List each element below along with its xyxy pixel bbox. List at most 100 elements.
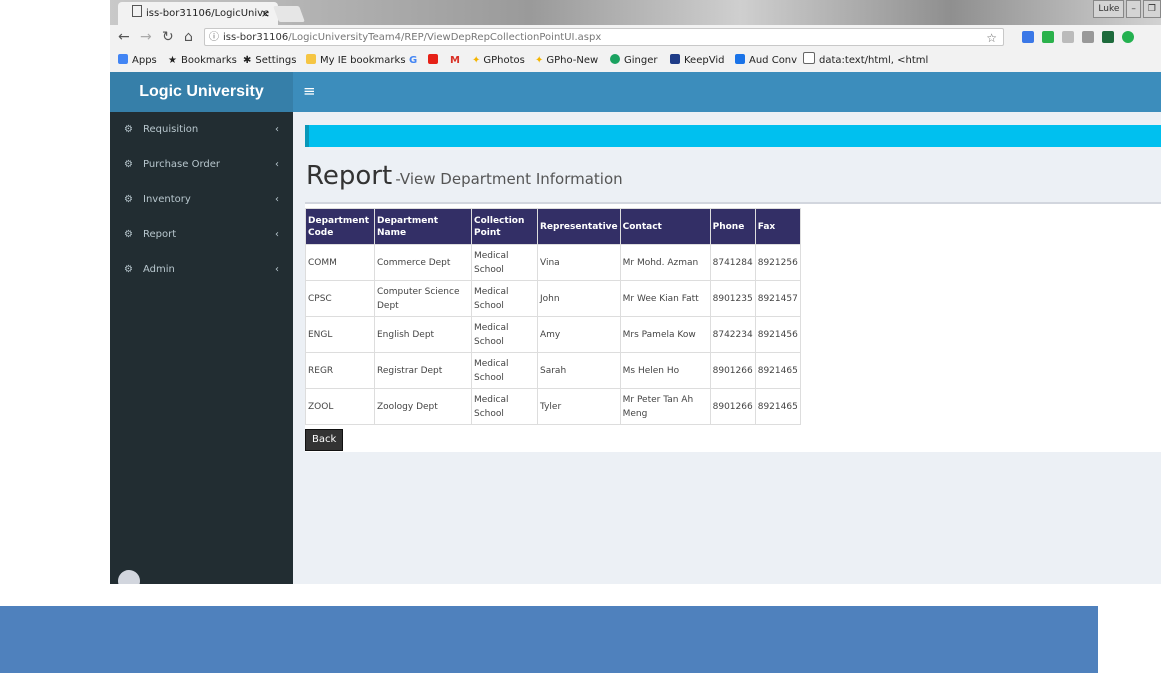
table-cell: ENGL	[305, 316, 375, 353]
bookmark-item[interactable]: KeepVid	[670, 50, 724, 72]
department-table: Department Code Department Name Collecti…	[305, 208, 801, 425]
extension-icon[interactable]	[1042, 31, 1054, 43]
url-host: iss-bor31106	[223, 32, 289, 43]
chevron-left-icon: ‹	[275, 264, 279, 275]
extension-icon[interactable]	[1082, 31, 1094, 43]
bookmark-item[interactable]: My IE bookmarks	[306, 50, 406, 72]
sidebar-item-purchase-order[interactable]: ⚙ Purchase Order ‹	[110, 147, 293, 182]
bookmark-item[interactable]: ✦ GPho-New	[535, 50, 598, 72]
table-cell: Medical School	[471, 316, 538, 353]
table-cell: Mr Wee Kian Fatt	[619, 280, 711, 317]
forward-arrow-icon[interactable]: →	[140, 29, 152, 45]
table-row: REGR Registrar Dept Medical School Sarah…	[305, 352, 801, 389]
table-cell: Sarah	[537, 352, 621, 389]
table-cell: REGR	[305, 352, 375, 389]
sidebar-item-label: Inventory	[143, 194, 191, 205]
extension-icon[interactable]	[1022, 31, 1034, 43]
extension-icon[interactable]	[1122, 31, 1134, 43]
column-header[interactable]: Collection Point	[471, 208, 538, 245]
table-cell: English Dept	[374, 316, 472, 353]
bookmarks-bar: Apps ★ Bookmarks ✱ Settings My IE bookmark…	[110, 50, 1161, 72]
table-cell: Ms Helen Ho	[619, 352, 711, 389]
bookmark-item[interactable]: Apps	[118, 50, 157, 72]
column-header[interactable]: Fax	[754, 208, 801, 245]
table-cell: Computer Science Dept	[374, 280, 472, 317]
minimize-button[interactable]: –	[1126, 0, 1141, 18]
table-cell: 8901266	[709, 388, 756, 425]
column-header[interactable]: Department Code	[305, 208, 375, 245]
bookmark-item[interactable]: M	[450, 50, 460, 72]
address-bar[interactable]: ⓘ iss-bor31106/LogicUniversityTeam4/REP/…	[204, 28, 1004, 46]
dashboard-icon: ⚙	[124, 194, 133, 205]
photos-icon: ✦	[472, 55, 481, 66]
star-icon: ★	[168, 55, 177, 66]
close-tab-icon[interactable]: ×	[261, 2, 270, 25]
extension-icon[interactable]	[1102, 31, 1114, 43]
dashboard-icon: ⚙	[124, 264, 133, 275]
bookmark-item[interactable]: Aud Conv	[735, 50, 797, 72]
extension-icon[interactable]	[1062, 31, 1074, 43]
bookmark-item[interactable]: ✱ Settings	[243, 50, 296, 72]
table-cell: Medical School	[471, 352, 538, 389]
chevron-left-icon: ‹	[275, 159, 279, 170]
tab-title: iss-bor31106/LogicUnive	[146, 8, 270, 19]
browser-chrome: iss-bor31106/LogicUnive × Luke – ❐ ← → ↻…	[110, 0, 1161, 72]
window-controls: Luke – ❐	[1093, 0, 1161, 18]
bookmark-item[interactable]: Ginger	[610, 50, 657, 72]
column-header[interactable]: Department Name	[374, 208, 472, 245]
table-cell: 8901266	[709, 352, 756, 389]
column-header[interactable]: Representative	[537, 208, 621, 245]
address-row: ← → ↻ ⌂ ⓘ iss-bor31106/LogicUniversityTe…	[110, 25, 1161, 50]
new-tab-button[interactable]	[273, 6, 305, 22]
sidebar-item-inventory[interactable]: ⚙ Inventory ‹	[110, 182, 293, 217]
bookmark-item[interactable]: G	[409, 50, 417, 72]
table-cell: 8921457	[754, 280, 801, 317]
back-button[interactable]: Back	[305, 429, 344, 451]
menu-toggle-icon[interactable]: ≡	[303, 83, 316, 99]
sidebar-item-label: Requisition	[143, 124, 199, 135]
sidebar-item-label: Report	[143, 229, 177, 240]
table-cell: Medical School	[471, 388, 538, 425]
table-cell: 8901235	[709, 280, 756, 317]
table-cell: Medical School	[471, 280, 538, 317]
tab-strip: iss-bor31106/LogicUnive × Luke – ❐	[110, 0, 1161, 25]
sidebar-item-admin[interactable]: ⚙ Admin ‹	[110, 252, 293, 287]
table-cell: Medical School	[471, 244, 538, 281]
table-cell: 8921256	[754, 244, 801, 281]
youtube-icon	[428, 54, 438, 64]
profile-button[interactable]: Luke	[1093, 0, 1125, 18]
page-header: Report -View Department Information	[306, 161, 623, 191]
dashboard-icon: ⚙	[124, 229, 133, 240]
column-header[interactable]: Phone	[709, 208, 756, 245]
sidebar-item-label: Purchase Order	[143, 159, 221, 170]
bookmark-item[interactable]	[428, 50, 442, 72]
table-cell: Vina	[537, 244, 621, 281]
table-cell: CPSC	[305, 280, 375, 317]
home-icon[interactable]: ⌂	[184, 29, 193, 45]
table-row: CPSC Computer Science Dept Medical Schoo…	[305, 280, 801, 317]
info-icon[interactable]: ⓘ	[209, 29, 219, 47]
bookmark-item[interactable]: ★ Bookmarks	[168, 50, 237, 72]
column-header[interactable]: Contact	[619, 208, 711, 245]
table-cell: Mrs Pamela Kow	[619, 316, 711, 353]
avatar[interactable]	[118, 570, 140, 584]
bookmark-item[interactable]: data:text/html, <html	[803, 50, 928, 72]
info-callout	[305, 125, 1161, 147]
browser-tab[interactable]: iss-bor31106/LogicUnive ×	[118, 2, 278, 25]
reload-icon[interactable]: ↻	[162, 29, 174, 45]
dashboard-icon: ⚙	[124, 159, 133, 170]
top-navbar: ≡	[293, 72, 1161, 112]
table-row: COMM Commerce Dept Medical School Vina M…	[305, 244, 801, 281]
back-arrow-icon[interactable]: ←	[118, 29, 130, 45]
sidebar-item-requisition[interactable]: ⚙ Requisition ‹	[110, 112, 293, 147]
bookmark-star-icon[interactable]: ☆	[986, 29, 997, 47]
bookmark-item[interactable]: ✦ GPhotos	[472, 50, 525, 72]
table-header-row: Department Code Department Name Collecti…	[305, 208, 801, 245]
chevron-left-icon: ‹	[275, 194, 279, 205]
sidebar: ⚙ Requisition ‹ ⚙ Purchase Order ‹ ⚙ Inv…	[110, 112, 293, 584]
brand-logo[interactable]: Logic University	[110, 72, 293, 112]
maximize-button[interactable]: ❐	[1142, 0, 1161, 18]
sidebar-item-report[interactable]: ⚙ Report ‹	[110, 217, 293, 252]
keepvid-icon	[670, 54, 680, 64]
table-cell: COMM	[305, 244, 375, 281]
